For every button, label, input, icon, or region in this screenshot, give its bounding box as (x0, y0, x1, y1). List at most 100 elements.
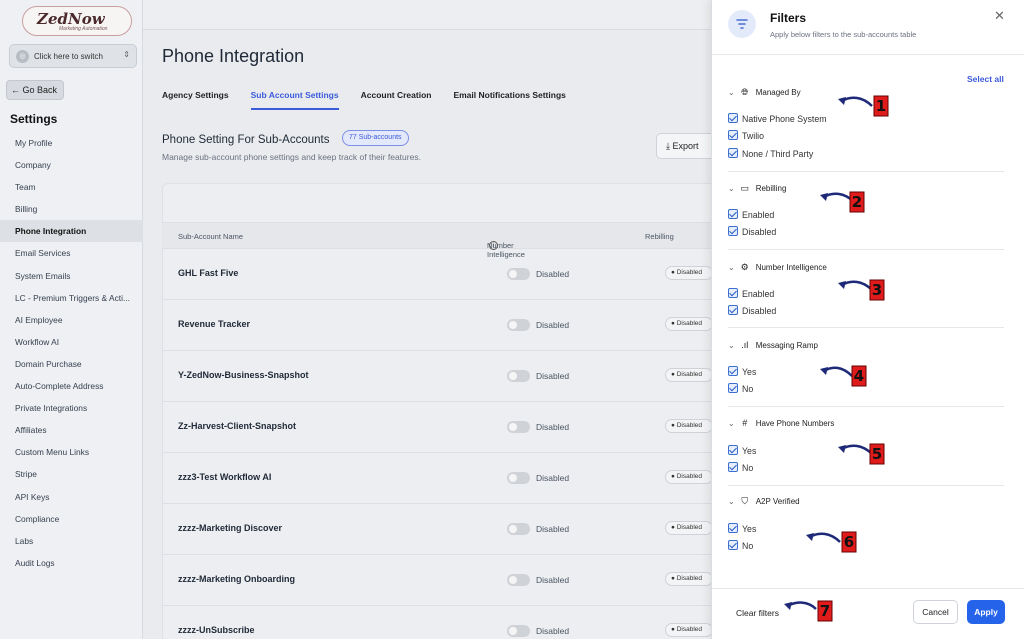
sub-account-name[interactable]: GHL Fast Five (178, 268, 238, 278)
tab-email-notifications[interactable]: Email Notifications Settings (453, 90, 565, 110)
checkbox[interactable] (728, 305, 738, 315)
sidebar-item-workflow-ai[interactable]: Workflow AI (0, 331, 143, 353)
sub-account-name[interactable]: Revenue Tracker (178, 319, 250, 329)
sub-account-name[interactable]: Y-ZedNow-Business-Snapshot (178, 370, 309, 380)
checkbox[interactable] (728, 445, 738, 455)
table-row[interactable]: zzzz-UnSubscribe Disabled ● Disabled (162, 606, 722, 639)
number-intelligence-toggle[interactable] (507, 319, 530, 331)
filter-option-twilio[interactable]: Twilio (728, 130, 764, 141)
number-intelligence-toggle[interactable] (507, 472, 530, 484)
annotation-callout-4: 4 (818, 362, 878, 388)
group-header[interactable]: ⌄ .ıl Messaging Ramp (728, 340, 818, 350)
group-header[interactable]: ⌄ ⚙︎ Number Intelligence (728, 262, 827, 273)
sidebar-item-private-integrations[interactable]: Private Integrations (0, 397, 143, 419)
cancel-button[interactable]: Cancel (913, 600, 958, 624)
checkbox[interactable] (728, 523, 738, 533)
sidebar-item-audit-logs[interactable]: Audit Logs (0, 552, 143, 574)
sidebar-item-api-keys[interactable]: API Keys (0, 486, 143, 508)
sidebar-item-system-emails[interactable]: System Emails (0, 265, 143, 287)
table-row[interactable]: zzzz-Marketing Discover Disabled ● Disab… (162, 504, 722, 555)
sub-account-name[interactable]: Zz-Harvest-Client-Snapshot (178, 421, 296, 431)
number-intelligence-toggle[interactable] (507, 625, 530, 637)
sidebar-item-phone-integration[interactable]: Phone Integration (0, 220, 143, 243)
annotation-number: 6 (843, 533, 855, 551)
tab-account-creation[interactable]: Account Creation (361, 90, 432, 110)
group-header[interactable]: ⌄ 🌐︎ Managed By (728, 87, 801, 98)
group-header[interactable]: ⌄ ⛉ A2P Verified (728, 496, 800, 507)
sidebar-item-compliance[interactable]: Compliance (0, 508, 143, 530)
sub-account-name[interactable]: zzzz-UnSubscribe (178, 625, 255, 635)
rebilling-status-text: Disabled (676, 269, 703, 276)
checkbox[interactable] (728, 226, 738, 236)
checkbox[interactable] (728, 383, 738, 393)
account-switcher[interactable]: ◎ Click here to switch ⇕ (9, 44, 137, 68)
filter-option-enabled[interactable]: Enabled (728, 288, 774, 299)
tab-agency-settings[interactable]: Agency Settings (162, 90, 229, 110)
export-button[interactable]: ⤓ Export (656, 133, 716, 159)
checkbox[interactable] (728, 113, 738, 123)
annotation-number: 3 (871, 281, 883, 299)
checkbox[interactable] (728, 148, 738, 158)
sidebar-item-auto-complete-address[interactable]: Auto-Complete Address (0, 375, 143, 397)
go-back-button[interactable]: ← Go Back (6, 80, 64, 100)
sidebar-item-custom-menu-links[interactable]: Custom Menu Links (0, 441, 143, 463)
sidebar-item-ai-employee[interactable]: AI Employee (0, 309, 143, 331)
select-all-link[interactable]: Select all (967, 74, 1004, 84)
checkbox[interactable] (728, 540, 738, 550)
filter-option-enabled[interactable]: Enabled (728, 209, 774, 220)
table-row[interactable]: zzzz-Marketing Onboarding Disabled ● Dis… (162, 555, 722, 606)
clear-filters-link[interactable]: Clear filters (736, 608, 779, 618)
table-row[interactable]: GHL Fast Five Disabled ● Disabled (162, 249, 722, 300)
filter-option-yes[interactable]: Yes (728, 523, 756, 534)
sidebar-item-billing[interactable]: Billing (0, 198, 143, 220)
col-sub-account-name[interactable]: Sub-Account Name (178, 232, 243, 241)
filter-option-no[interactable]: No (728, 462, 753, 473)
table-row[interactable]: Zz-Harvest-Client-Snapshot Disabled ● Di… (162, 402, 722, 453)
sidebar-item-premium-triggers[interactable]: LC - Premium Triggers & Acti... (0, 287, 143, 309)
number-intelligence-toggle[interactable] (507, 523, 530, 535)
checkbox[interactable] (728, 288, 738, 298)
sidebar-item-email-services[interactable]: Email Services (0, 242, 143, 264)
group-header[interactable]: ⌄ # Have Phone Numbers (728, 418, 834, 428)
table-row[interactable]: zzz3-Test Workflow AI Disabled ● Disable… (162, 453, 722, 504)
group-header[interactable]: ⌄ ▭ Rebilling (728, 183, 786, 194)
filter-option-yes[interactable]: Yes (728, 366, 756, 377)
filter-option-none-third-party[interactable]: None / Third Party (728, 148, 813, 159)
filter-option-disabled[interactable]: Disabled (728, 226, 776, 237)
number-intelligence-toggle[interactable] (507, 370, 530, 382)
option-label: Enabled (742, 210, 775, 220)
checkbox[interactable] (728, 130, 738, 140)
close-icon[interactable]: ✕ (994, 8, 1005, 24)
table-row[interactable]: Revenue Tracker Disabled ● Disabled (162, 300, 722, 351)
sidebar-item-my-profile[interactable]: My Profile (0, 132, 143, 154)
checkbox[interactable] (728, 462, 738, 472)
sidebar-item-affiliates[interactable]: Affiliates (0, 419, 143, 441)
checkbox[interactable] (728, 209, 738, 219)
checkbox[interactable] (728, 366, 738, 376)
sidebar-item-domain-purchase[interactable]: Domain Purchase (0, 353, 143, 375)
number-intelligence-toggle[interactable] (507, 574, 530, 586)
sub-account-name[interactable]: zzzz-Marketing Onboarding (178, 574, 295, 584)
filter-option-disabled[interactable]: Disabled (728, 305, 776, 316)
number-intelligence-toggle[interactable] (507, 421, 530, 433)
sub-account-name[interactable]: zzzz-Marketing Discover (178, 523, 282, 533)
filter-option-no[interactable]: No (728, 383, 753, 394)
sidebar-item-stripe[interactable]: Stripe (0, 463, 143, 485)
brand-logo[interactable]: ZedNow Marketing Automation (22, 6, 132, 36)
option-label: Yes (742, 367, 757, 377)
apply-button[interactable]: Apply (967, 600, 1005, 624)
filter-option-no[interactable]: No (728, 540, 753, 551)
number-intelligence-toggle[interactable] (507, 268, 530, 280)
filter-option-native-phone[interactable]: Native Phone System (728, 113, 827, 124)
table-row[interactable]: Y-ZedNow-Business-Snapshot Disabled ● Di… (162, 351, 722, 402)
annotation-number: 5 (871, 445, 883, 463)
sub-account-name[interactable]: zzz3-Test Workflow AI (178, 472, 271, 482)
sidebar-item-labs[interactable]: Labs (0, 530, 143, 552)
sidebar-item-team[interactable]: Team (0, 176, 143, 198)
filter-option-yes[interactable]: Yes (728, 445, 756, 456)
rebilling-status-badge: ● Disabled (665, 419, 713, 433)
tab-sub-account-settings[interactable]: Sub Account Settings (250, 90, 339, 110)
col-rebilling[interactable]: Rebilling (645, 232, 674, 241)
globe-icon: 🌐︎ (741, 87, 749, 97)
sidebar-item-company[interactable]: Company (0, 154, 143, 176)
